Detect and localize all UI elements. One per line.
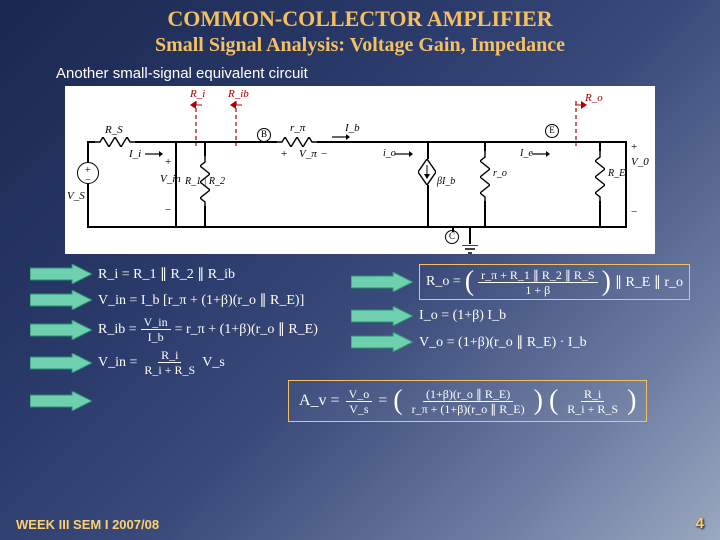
formula-block: R_i = R_1 ∥ R_2 ∥ R_ib V_in = I_b [r_π +…: [30, 264, 690, 376]
circuit-caption: Another small-signal equivalent circuit: [56, 65, 720, 82]
footer-text: WEEK III SEM I 2007/08: [16, 517, 159, 532]
arrow-icon: [30, 290, 92, 310]
arrow-icon: [30, 353, 92, 373]
arrow-icon: [351, 332, 413, 352]
eq-ro: R_o = ( r_π + R_1 ∥ R_2 ∥ R_S1 + β ) ∥ R…: [419, 264, 690, 300]
eq-vin2: V_in = R_iR_i + R_S V_s: [98, 349, 225, 376]
arrow-icon: [30, 391, 92, 411]
arrow-icon: [30, 320, 92, 340]
slide-subtitle: Small Signal Analysis: Voltage Gain, Imp…: [0, 34, 720, 57]
arrow-icon: [351, 306, 413, 326]
eq-av-row: A_v = V_oV_s = ( (1+β)(r_o ∥ R_E)r_π + (…: [30, 380, 690, 422]
eq-vin1: V_in = I_b [r_π + (1+β)(r_o ∥ R_E)]: [98, 292, 304, 309]
arrow-icon: [351, 272, 413, 292]
slide-title: COMMON-COLLECTOR AMPLIFIER: [0, 6, 720, 32]
eq-vo: V_o = (1+β)(r_o ∥ R_E) · I_b: [419, 334, 587, 351]
page-number: 4: [696, 515, 704, 532]
eq-rib: R_ib = V_inI_b = r_π + (1+β)(r_o ∥ R_E): [98, 316, 318, 343]
eq-av: A_v = V_oV_s = ( (1+β)(r_o ∥ R_E)r_π + (…: [288, 380, 647, 422]
eq-io: I_o = (1+β) I_b: [419, 308, 506, 324]
eq-ri: R_i = R_1 ∥ R_2 ∥ R_ib: [98, 266, 235, 283]
arrow-icon: [30, 264, 92, 284]
circuit-diagram: + − V_S R_S I_i + V_in − R_i R_1 | R_2 R…: [65, 86, 655, 254]
